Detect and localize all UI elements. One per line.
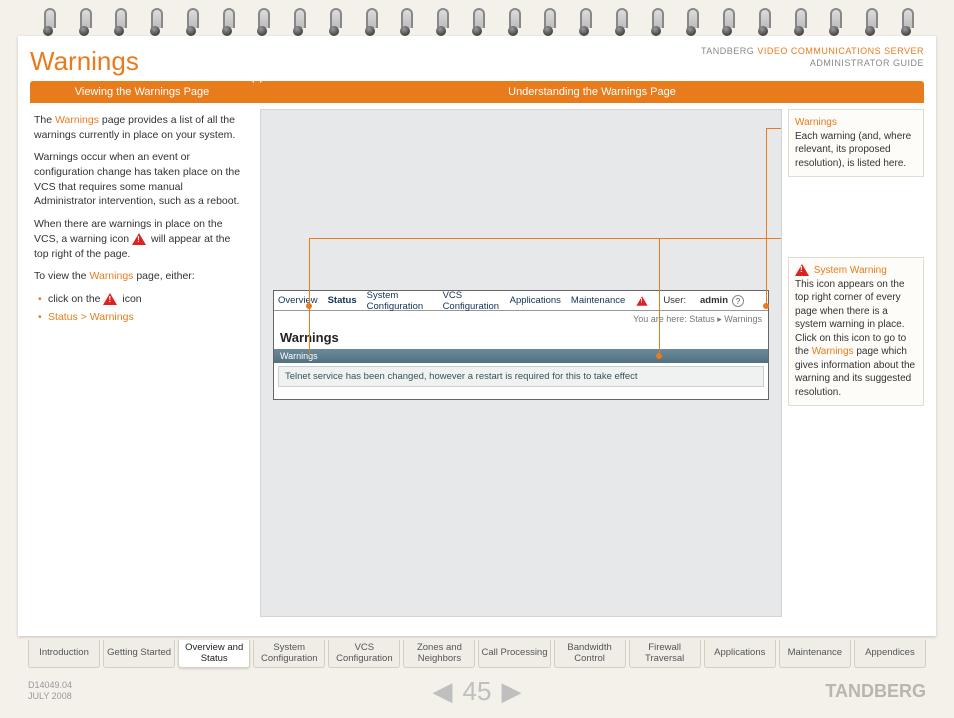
app-tab-applications[interactable]: Applications [510, 295, 561, 306]
nav-system-configuration[interactable]: System Configuration [253, 640, 325, 668]
brand-product: VIDEO COMMUNICATIONS SERVER [757, 46, 924, 56]
nav-call-processing[interactable]: Call Processing [478, 640, 550, 668]
nav-vcs-configuration[interactable]: VCS Configuration [328, 640, 400, 668]
nav-zones-neighbors[interactable]: Zones and Neighbors [403, 640, 475, 668]
bullet-click-icon: click on the icon [38, 292, 246, 307]
left-column: The Warnings page provides a list of all… [30, 109, 254, 617]
nav-overview-status[interactable]: Overview and Status [178, 640, 250, 668]
nav-appendices[interactable]: Appendices [854, 640, 926, 668]
app-tab-maintenance[interactable]: Maintenance [571, 295, 625, 306]
section-tabs: Viewing the Warnings Page Understanding … [30, 81, 924, 103]
tab-viewing[interactable]: Viewing the Warnings Page [30, 81, 254, 103]
bottom-nav: Introduction Getting Started Overview an… [28, 640, 926, 668]
leader-line [766, 128, 767, 306]
header-branding: TANDBERG VIDEO COMMUNICATIONS SERVER ADM… [701, 46, 924, 69]
screenshot-title: Warnings [274, 328, 768, 349]
bullet-status-warnings[interactable]: Status > Warnings [38, 310, 246, 325]
callout-body: Each warning (and, where relevant, its p… [795, 131, 911, 169]
breadcrumb: You are here: Status ▸ Warnings [274, 311, 768, 328]
app-tab-status[interactable]: Status [328, 295, 357, 306]
app-tabs: Overview Status System Configuration VCS… [274, 291, 768, 311]
nav-getting-started[interactable]: Getting Started [103, 640, 175, 668]
warning-icon[interactable] [637, 296, 648, 306]
warning-icon[interactable] [103, 293, 117, 305]
nav-firewall-traversal[interactable]: Firewall Traversal [629, 640, 701, 668]
nav-applications[interactable]: Applications [704, 640, 776, 668]
nav-bandwidth-control[interactable]: Bandwidth Control [554, 640, 626, 668]
panel-header: Warnings [274, 349, 768, 363]
middle-column: Overview Status System Configuration VCS… [260, 109, 782, 617]
doc-id: D14049.04 [28, 680, 72, 690]
nav-introduction[interactable]: Introduction [28, 640, 100, 668]
leader-dot [656, 353, 662, 359]
warning-row: Telnet service has been changed, however… [278, 366, 764, 387]
tab-understanding[interactable]: Understanding the Warnings Page [260, 81, 924, 103]
brand-prefix: TANDBERG [701, 46, 754, 56]
leader-dot [306, 303, 312, 309]
page-title: Warnings [30, 46, 139, 77]
warnings-link-2[interactable]: Warnings [89, 270, 133, 282]
brand-logo: TANDBERG [825, 681, 926, 702]
brand-sub: ADMINISTRATOR GUIDE [810, 58, 924, 68]
spiral-binding [0, 0, 954, 36]
callout-warnings: Warnings Each warning (and, where releva… [788, 109, 924, 177]
app-tab-system-configuration[interactable]: System Configuration [367, 290, 433, 312]
leader-line [309, 238, 781, 239]
leader-line [766, 128, 781, 129]
next-page-arrow-icon[interactable]: ▶ [501, 676, 521, 707]
pager: ◀ 45 ▶ [433, 676, 522, 707]
embedded-screenshot: Overview Status System Configuration VCS… [273, 290, 769, 400]
user-indicator: User: admin ? [635, 295, 754, 307]
doc-date: JULY 2008 [28, 691, 72, 701]
leader-line [659, 238, 781, 239]
callout-title: System Warning [814, 265, 887, 276]
page-body: Warnings TANDBERG VIDEO COMMUNICATIONS S… [18, 36, 936, 636]
intro-paragraph-2: Warnings occur when an event or configur… [34, 150, 246, 209]
right-column: Warnings Each warning (and, where releva… [788, 109, 924, 617]
warning-icon [795, 264, 809, 276]
warnings-link[interactable]: Warnings [55, 114, 99, 126]
prev-page-arrow-icon[interactable]: ◀ [433, 676, 453, 707]
footer: D14049.04 JULY 2008 ◀ 45 ▶ TANDBERG [28, 676, 926, 706]
intro-paragraph-1: The Warnings page provides a list of all… [34, 113, 246, 142]
intro-paragraph-3: When there are warnings in place on the … [34, 217, 246, 261]
callout-system-warning: System Warning This icon appears on the … [788, 257, 924, 406]
warning-icon [132, 233, 146, 245]
intro-paragraph-4: To view the Warnings page, either: [34, 269, 246, 284]
page-number: 45 [463, 676, 492, 707]
doc-info: D14049.04 JULY 2008 [28, 680, 72, 702]
callout-title: Warnings [795, 117, 837, 128]
app-tab-vcs-configuration[interactable]: VCS Configuration [443, 290, 500, 312]
nav-maintenance[interactable]: Maintenance [779, 640, 851, 668]
leader-dot [763, 303, 769, 309]
help-icon[interactable]: ? [732, 295, 744, 307]
warnings-link-3[interactable]: Warnings [812, 346, 854, 357]
